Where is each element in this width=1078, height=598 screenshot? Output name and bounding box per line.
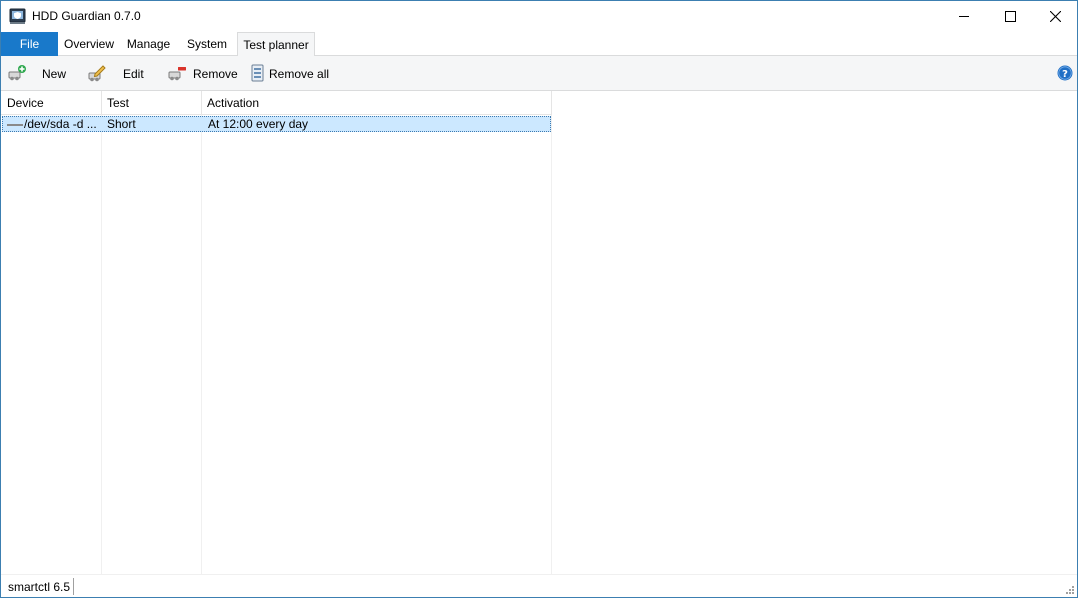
tab-manage[interactable]: Manage xyxy=(122,32,175,56)
drive-shield-icon xyxy=(9,8,26,24)
remove-task-icon[interactable] xyxy=(167,63,187,83)
close-button[interactable] xyxy=(1032,1,1077,32)
app-window: HDD Guardian 0.7.0 File Overview Manage … xyxy=(0,0,1078,598)
column-divider xyxy=(101,115,102,574)
remove-all-button[interactable]: Remove all xyxy=(269,67,329,81)
minimize-button[interactable] xyxy=(941,1,987,32)
close-icon xyxy=(1049,11,1061,22)
add-task-icon[interactable] xyxy=(7,63,27,83)
maximize-button[interactable] xyxy=(987,1,1033,32)
cell-activation: At 12:00 every day xyxy=(208,117,309,131)
table-row[interactable]: /dev/sda -d ... Short At 12:00 every day xyxy=(2,116,551,132)
help-icon[interactable]: ? xyxy=(1057,65,1073,81)
cell-device: /dev/sda -d ... xyxy=(24,117,97,131)
tab-overview[interactable]: Overview xyxy=(60,32,118,56)
resize-grip-icon[interactable] xyxy=(1064,584,1074,594)
drive-line-icon xyxy=(7,124,23,126)
test-planner-list[interactable]: Device Test Activation /dev/sda -d ... S… xyxy=(1,91,552,574)
tab-file[interactable]: File xyxy=(1,32,58,56)
toolbar: New Edit Remove Remove all ? xyxy=(1,56,1077,91)
status-bar: smartctl 6.5 xyxy=(1,574,1077,597)
svg-text:?: ? xyxy=(1062,69,1068,80)
title-bar[interactable]: HDD Guardian 0.7.0 xyxy=(1,1,1077,32)
cell-test: Short xyxy=(107,117,136,131)
remove-button[interactable]: Remove xyxy=(193,67,238,81)
tab-test-planner[interactable]: Test planner xyxy=(237,32,315,57)
minimize-icon xyxy=(958,16,969,17)
status-separator xyxy=(73,578,74,595)
column-divider xyxy=(201,115,202,574)
column-header-device[interactable]: Device xyxy=(1,91,102,115)
status-text: smartctl 6.5 xyxy=(8,580,71,594)
tab-system[interactable]: System xyxy=(182,32,232,56)
edit-task-icon[interactable] xyxy=(87,63,107,83)
new-button[interactable]: New xyxy=(42,67,66,81)
window-title: HDD Guardian 0.7.0 xyxy=(32,9,141,23)
remove-all-icon[interactable] xyxy=(248,63,268,83)
column-header-test[interactable]: Test xyxy=(101,91,202,115)
ribbon-tabs: File Overview Manage System Test planner xyxy=(1,32,1077,57)
edit-button[interactable]: Edit xyxy=(123,67,144,81)
list-header: Device Test Activation xyxy=(1,91,552,115)
maximize-icon xyxy=(1004,11,1016,22)
column-header-activation[interactable]: Activation xyxy=(201,91,552,115)
